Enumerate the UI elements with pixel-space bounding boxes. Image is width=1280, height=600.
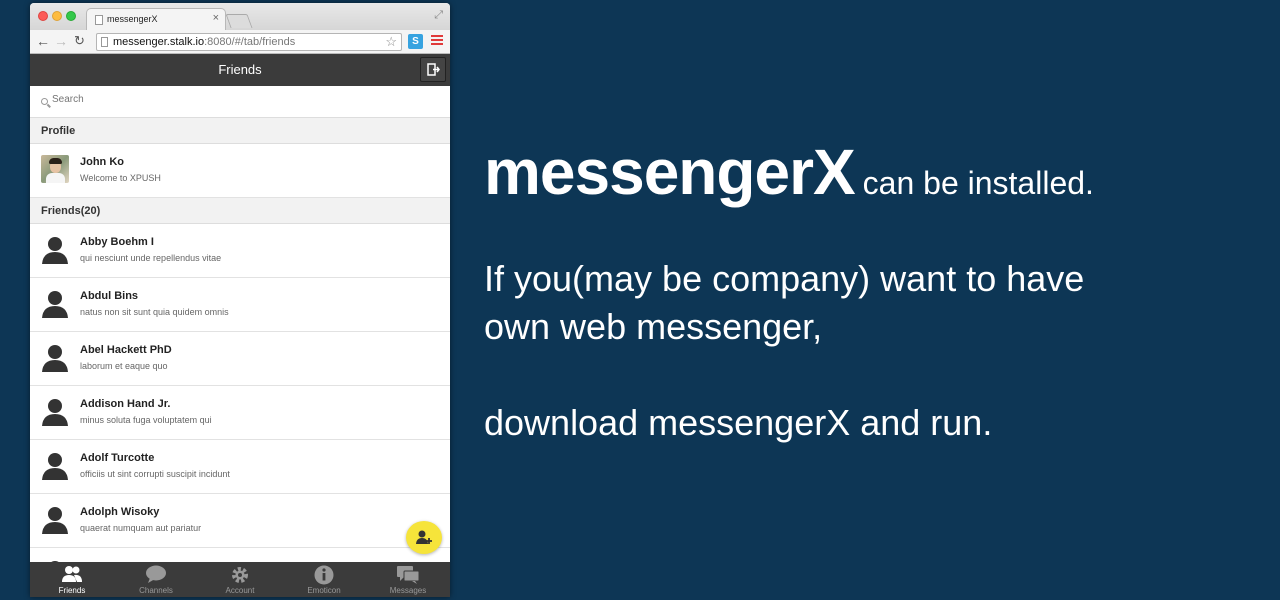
info-icon <box>314 565 334 585</box>
friend-message: minus soluta fuga voluptatem qui <box>80 415 212 425</box>
bookmark-star-icon[interactable]: ☆ <box>385 34 397 50</box>
tab-title: messengerX <box>107 14 158 24</box>
promo-line-1: If you(may be company) want to have <box>484 258 1085 299</box>
minimize-window-button[interactable] <box>52 11 62 21</box>
friend-name: Adolf Turcotte <box>80 452 155 464</box>
friend-message: laborum et eaque quo <box>80 361 168 371</box>
friend-list-item[interactable]: Adolf Turcotte officiis ut sint corrupti… <box>30 440 450 494</box>
person-icon <box>42 345 68 372</box>
friend-name: Adolph Wisoky <box>80 506 160 518</box>
friend-name: Addison Hand Jr. <box>80 398 171 410</box>
url-path: :8080/#/tab/friends <box>204 36 296 48</box>
friends-list[interactable]: Abby Boehm I qui nesciunt unde repellend… <box>30 224 450 569</box>
friends-section-header: Friends(20) <box>30 198 450 224</box>
tab-messages[interactable]: Messages <box>366 562 450 597</box>
tab-emoticon[interactable]: Emoticon <box>282 562 366 597</box>
fullscreen-icon[interactable]: ⤢ <box>434 9 443 22</box>
person-icon <box>42 237 68 264</box>
url-host: messenger.stalk.io <box>113 36 205 48</box>
friend-message: officiis ut sint corrupti suscipit incid… <box>80 469 230 479</box>
back-icon[interactable]: ← <box>36 33 50 49</box>
tab-channels[interactable]: Channels <box>114 562 198 597</box>
tab-friends[interactable]: Friends <box>30 562 114 597</box>
tab-label: Channels <box>139 586 173 595</box>
tab-close-icon[interactable]: × <box>213 12 219 24</box>
friend-name: Abby Boehm I <box>80 236 154 248</box>
tab-label: Emoticon <box>307 586 341 595</box>
search-icon <box>41 98 48 105</box>
search-bar <box>30 86 450 118</box>
promo-line-2: own web messenger, <box>484 306 823 347</box>
profile-message: Welcome to XPUSH <box>80 173 161 183</box>
friend-list-item[interactable]: Addison Hand Jr. minus soluta fuga volup… <box>30 386 450 440</box>
browser-tab[interactable]: messengerX × <box>86 8 226 30</box>
profile-item[interactable]: John Ko Welcome to XPUSH <box>30 144 450 198</box>
promo-line-3: download messengerX and run. <box>484 402 993 443</box>
tab-label: Account <box>225 586 255 595</box>
menu-icon[interactable] <box>431 35 443 47</box>
friend-name: Abdul Bins <box>80 290 139 302</box>
tab-label: Messages <box>389 586 427 595</box>
close-window-button[interactable] <box>38 11 48 21</box>
messages-icon <box>397 566 420 584</box>
browser-toolbar: ← → ↻ messenger.stalk.io:8080/#/tab/frie… <box>30 30 450 54</box>
avatar <box>41 155 69 183</box>
profile-section-header: Profile <box>30 118 450 144</box>
friend-list-item[interactable]: Abby Boehm I qui nesciunt unde repellend… <box>30 224 450 278</box>
friend-list-item[interactable]: Adolph Wisoky quaerat numquam aut pariat… <box>30 494 450 548</box>
profile-name: John Ko <box>80 156 124 168</box>
person-icon <box>42 507 68 534</box>
channels-icon <box>146 565 166 583</box>
add-friend-icon <box>416 530 432 544</box>
promo-heading: messengerX can be installed. <box>484 135 1094 209</box>
bottom-tab-bar: Friends Channels Account Emoticon Messag… <box>30 562 450 597</box>
page-icon <box>101 37 108 47</box>
friend-message: qui nesciunt unde repellendus vitae <box>80 253 222 263</box>
zoom-window-button[interactable] <box>66 11 76 21</box>
page-icon <box>95 15 103 25</box>
person-icon <box>42 291 68 318</box>
friend-message: natus non sit sunt quia quidem omnis <box>80 307 229 317</box>
gear-icon <box>232 567 248 583</box>
friends-icon <box>62 566 82 582</box>
person-icon <box>42 399 68 426</box>
add-friend-button[interactable] <box>406 521 442 554</box>
app-header: Friends <box>30 54 450 86</box>
search-input[interactable] <box>52 94 432 105</box>
tab-label: Friends <box>58 586 86 595</box>
forward-icon[interactable]: → <box>54 33 68 49</box>
promo-title: messengerX <box>484 136 856 208</box>
friend-list-item[interactable]: Abel Hackett PhD laborum et eaque quo <box>30 332 450 386</box>
tab-account[interactable]: Account <box>198 562 282 597</box>
friend-message: quaerat numquam aut pariatur <box>80 523 202 533</box>
logout-button[interactable] <box>420 57 446 82</box>
browser-window: messengerX × ⤢ ← → ↻ messenger.stalk.io:… <box>30 3 450 597</box>
friend-name: Abel Hackett PhD <box>80 344 172 356</box>
browser-tabstrip: messengerX × ⤢ <box>30 3 450 30</box>
extension-s-icon[interactable]: S <box>408 34 423 49</box>
person-icon <box>42 453 68 480</box>
new-tab-button[interactable] <box>225 14 253 28</box>
reload-icon[interactable]: ↻ <box>74 33 85 49</box>
page-title: Friends <box>218 62 262 77</box>
promo-title-suffix: can be installed. <box>862 165 1094 201</box>
logout-icon <box>427 63 440 76</box>
friend-list-item[interactable]: Abdul Bins natus non sit sunt quia quide… <box>30 278 450 332</box>
address-bar[interactable]: messenger.stalk.io:8080/#/tab/friends ☆ <box>96 33 402 51</box>
